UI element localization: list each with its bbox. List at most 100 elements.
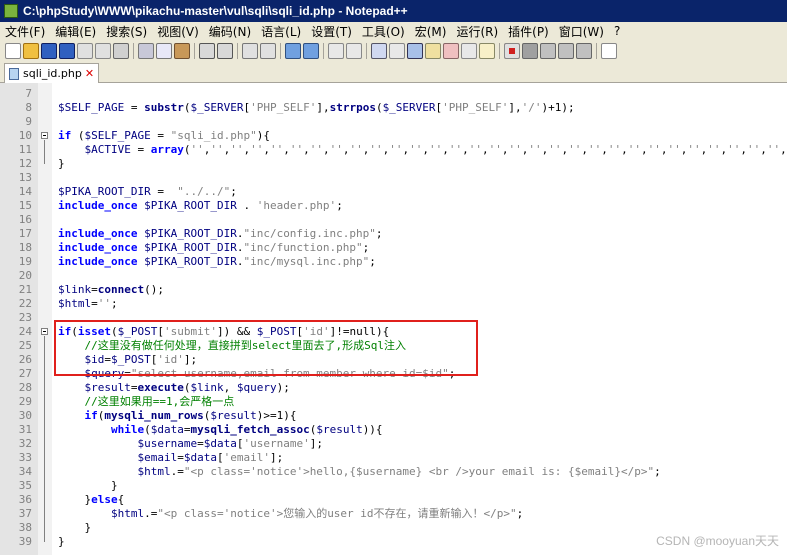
code-line[interactable]: 33 $email=$data['email']; [0,451,787,465]
print-icon[interactable] [113,43,129,59]
run-multiple-macro-icon[interactable] [558,43,574,59]
fold-toggle-icon[interactable] [41,328,48,335]
menu-language[interactable]: 语言(L) [256,23,306,40]
code-line[interactable]: 11 $ACTIVE = array('','','','','','','',… [0,143,787,157]
save-all-icon[interactable] [59,43,75,59]
menu-file[interactable]: 文件(F) [0,23,50,40]
line-number: 18 [18,241,32,254]
menu-help[interactable]: ? [609,24,625,38]
indent-guide-icon[interactable] [407,43,423,59]
code-text: $html=''; [58,297,118,310]
code-text: $email=$data['email']; [137,451,284,464]
code-text: $username=$data['username']; [137,437,323,450]
folder-workspace-icon[interactable] [479,43,495,59]
code-line[interactable]: 21 $link=connect(); [0,283,787,297]
code-line[interactable]: 29 //这里如果用==1,会严格一点 [0,395,787,409]
menu-plugins[interactable]: 插件(P) [503,23,554,40]
menu-macro[interactable]: 宏(M) [410,23,452,40]
line-number: 33 [18,451,32,464]
code-line[interactable]: 15 include_once $PIKA_ROOT_DIR . 'header.… [0,199,787,213]
sync-scroll-h-icon[interactable] [346,43,362,59]
save-macro-icon[interactable] [576,43,592,59]
lang-icon[interactable] [425,43,441,59]
code-line[interactable]: 14 $PIKA_ROOT_DIR = "../../"; [0,185,787,199]
code-line[interactable]: 16 [0,213,787,227]
code-text: include_once $PIKA_ROOT_DIR."inc/config.… [58,227,383,240]
code-line[interactable]: 10 if ($SELF_PAGE = "sqli_id.php"){ [0,129,787,143]
code-line[interactable]: 31 while($data=mysqli_fetch_assoc($resul… [0,423,787,437]
line-number: 9 [25,115,32,128]
menu-search[interactable]: 搜索(S) [101,23,152,40]
replace-icon[interactable] [260,43,276,59]
code-text: include_once $PIKA_ROOT_DIR."inc/functio… [58,241,370,254]
code-line[interactable]: 37 $html.="<p class='notice'>您输入的user id… [0,507,787,521]
close-all-icon[interactable] [95,43,111,59]
line-number: 26 [18,353,32,366]
tab-sqli-id[interactable]: sqli_id.php ✕ [4,63,100,83]
menu-edit[interactable]: 编辑(E) [50,23,101,40]
redo-icon[interactable] [217,43,233,59]
new-file-icon[interactable] [5,43,21,59]
zoom-out-icon[interactable] [303,43,319,59]
code-text: while($data=mysqli_fetch_assoc($result))… [110,423,383,436]
code-text: } [58,157,65,170]
code-line[interactable]: 12} [0,157,787,171]
menu-settings[interactable]: 设置(T) [306,23,357,40]
line-number: 36 [18,493,32,506]
cut-icon[interactable] [138,43,154,59]
open-file-icon[interactable] [23,43,39,59]
toolbar-separator [194,43,195,59]
code-line[interactable]: 17 include_once $PIKA_ROOT_DIR."inc/confi… [0,227,787,241]
code-line[interactable]: 35 } [0,479,787,493]
menu-window[interactable]: 窗口(W) [554,23,609,40]
show-all-chars-icon[interactable] [389,43,405,59]
code-line[interactable]: 22 $html=''; [0,297,787,311]
line-number: 22 [18,297,32,310]
code-line[interactable]: 13 [0,171,787,185]
menu-tools[interactable]: 工具(O) [357,23,410,40]
sync-scroll-v-icon[interactable] [328,43,344,59]
fold-guide [44,336,45,542]
function-list-icon[interactable] [461,43,477,59]
close-icon[interactable]: ✕ [85,67,94,80]
code-text: } [58,479,118,492]
menu-encoding[interactable]: 编码(N) [204,23,256,40]
code-editor[interactable]: 7 8 $SELF_PAGE = substr($_SERVER['PHP_SELF… [0,83,787,555]
code-line[interactable]: 18 include_once $PIKA_ROOT_DIR."inc/funct… [0,241,787,255]
code-line[interactable]: 30 if(mysqli_num_rows($result)>=1){ [0,409,787,423]
line-number: 20 [18,269,32,282]
fold-toggle-icon[interactable] [41,132,48,139]
code-line[interactable]: 36 }else{ [0,493,787,507]
code-line[interactable]: 8 $SELF_PAGE = substr($_SERVER['PHP_SELF'… [0,101,787,115]
play-macro-icon[interactable] [540,43,556,59]
code-line[interactable]: 28 $result=execute($link, $query); [0,381,787,395]
copy-icon[interactable] [156,43,172,59]
menu-run[interactable]: 运行(R) [451,23,503,40]
code-line[interactable]: 20 [0,269,787,283]
paste-icon[interactable] [174,43,190,59]
code-line[interactable]: 7 [0,87,787,101]
record-macro-icon[interactable] [504,43,520,59]
word-wrap-icon[interactable] [371,43,387,59]
toolbar-separator [499,43,500,59]
toolbar [0,40,787,62]
save-icon[interactable] [41,43,57,59]
doc-map-icon[interactable] [443,43,459,59]
code-line[interactable]: 9 [0,115,787,129]
line-number: 17 [18,227,32,240]
code-line[interactable]: 34 $html.="<p class='notice'>hello,{$use… [0,465,787,479]
undo-icon[interactable] [199,43,215,59]
title-bar: C:\phpStudy\WWW\pikachu-master\vul\sqli\… [0,0,787,22]
line-number: 7 [25,87,32,100]
line-number: 24 [18,325,32,338]
line-number: 15 [18,199,32,212]
find-icon[interactable] [242,43,258,59]
toolbar-separator [133,43,134,59]
spell-check-icon[interactable] [601,43,617,59]
menu-view[interactable]: 视图(V) [152,23,204,40]
code-line[interactable]: 19 include_once $PIKA_ROOT_DIR."inc/mysql… [0,255,787,269]
stop-macro-icon[interactable] [522,43,538,59]
code-line[interactable]: 32 $username=$data['username']; [0,437,787,451]
close-file-icon[interactable] [77,43,93,59]
zoom-in-icon[interactable] [285,43,301,59]
